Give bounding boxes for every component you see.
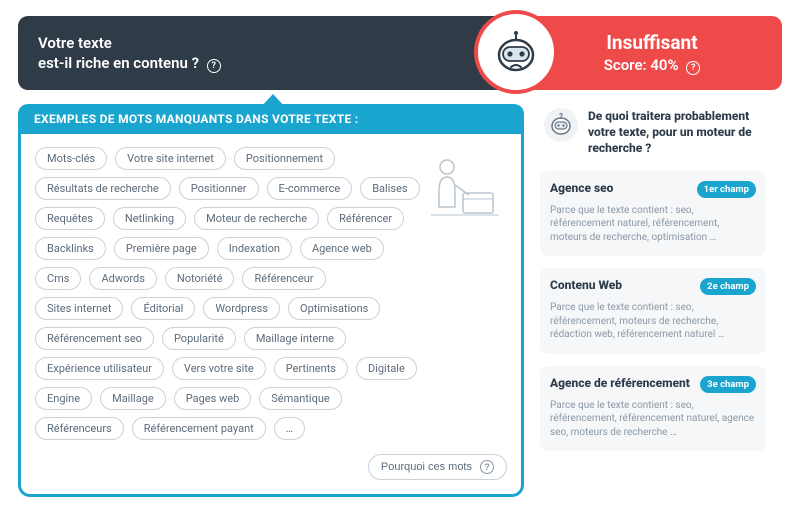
- missing-word-tag[interactable]: Première page: [114, 237, 209, 260]
- missing-word-tag[interactable]: Maillage interne: [244, 327, 346, 350]
- semantic-field-card: Agence seo 1er champ Parce que le texte co…: [540, 171, 766, 257]
- field-rank-badge: 3e champ: [700, 376, 756, 393]
- missing-word-tag[interactable]: Optimisations: [288, 297, 380, 320]
- field-name: Contenu Web: [550, 278, 622, 292]
- missing-word-tag[interactable]: Wordpress: [203, 297, 280, 320]
- field-name: Agence seo: [550, 181, 613, 195]
- why-words-button[interactable]: Pourquoi ces mots ?: [368, 454, 507, 480]
- field-description: Parce que le texte contient : seo, référ…: [550, 204, 756, 245]
- missing-word-tag[interactable]: Référencer: [327, 207, 404, 230]
- missing-words-tags: Mots-clés Votre site internet Positionneme…: [35, 147, 421, 440]
- missing-word-tag[interactable]: Moteur de recherche: [194, 207, 319, 230]
- field-description: Parce que le texte contient : seo, référ…: [550, 301, 756, 342]
- missing-word-tag[interactable]: Requêtes: [35, 207, 105, 230]
- header: Votre texte est-il riche en contenu ? ? …: [18, 16, 782, 90]
- missing-words-panel: EXEMPLES DE MOTS MANQUANTS DANS VOTRE TE…: [18, 104, 524, 497]
- missing-word-tag[interactable]: Éditorial: [131, 297, 195, 320]
- missing-word-tag[interactable]: Positionner: [179, 177, 259, 200]
- missing-word-tag[interactable]: Netlinking: [113, 207, 186, 230]
- missing-word-tag[interactable]: Indexation: [217, 237, 292, 260]
- missing-word-tag[interactable]: Notoriété: [165, 267, 235, 290]
- missing-word-tag[interactable]: Backlinks: [35, 237, 106, 260]
- illustration-person: [421, 147, 507, 223]
- missing-word-tag[interactable]: Adwords: [89, 267, 156, 290]
- missing-word-tag[interactable]: …: [274, 417, 305, 440]
- svg-text:?: ?: [559, 112, 563, 121]
- field-name: Agence de référencement: [550, 376, 690, 390]
- missing-word-tag[interactable]: Expérience utilisateur: [35, 357, 164, 380]
- score-status: Insuffisant: [606, 31, 697, 54]
- missing-word-tag[interactable]: Digitale: [356, 357, 417, 380]
- header-line1: Votre texte: [38, 34, 112, 52]
- help-icon[interactable]: ?: [686, 61, 700, 75]
- field-rank-badge: 2e champ: [700, 278, 756, 295]
- missing-word-tag[interactable]: Cms: [35, 267, 81, 290]
- missing-word-tag[interactable]: Maillage: [100, 387, 166, 410]
- robot-icon: [474, 10, 558, 94]
- header-line2: est-il riche en contenu ?: [38, 54, 199, 72]
- missing-word-tag[interactable]: Sites internet: [35, 297, 123, 320]
- header-score-panel: Insuffisant Score: 40% ?: [522, 16, 782, 90]
- field-rank-badge: 1er champ: [697, 181, 756, 198]
- semantic-field-card: Agence de référencement 3e champ Parce que…: [540, 366, 766, 452]
- missing-word-tag[interactable]: Mots-clés: [35, 147, 107, 170]
- missing-word-tag[interactable]: Pages web: [174, 387, 252, 410]
- score-label: Score: 40%: [604, 56, 679, 74]
- missing-word-tag[interactable]: Votre site internet: [115, 147, 226, 170]
- missing-word-tag[interactable]: Sémantique: [259, 387, 342, 410]
- robot-thinking-icon: ?: [544, 108, 578, 142]
- why-words-label: Pourquoi ces mots: [381, 461, 472, 473]
- missing-words-title: EXEMPLES DE MOTS MANQUANTS DANS VOTRE TE…: [18, 104, 524, 134]
- missing-word-tag[interactable]: Engine: [35, 387, 92, 410]
- missing-word-tag[interactable]: E-commerce: [267, 177, 353, 200]
- missing-word-tag[interactable]: Agence web: [300, 237, 384, 260]
- missing-word-tag[interactable]: Référenceurs: [35, 417, 124, 440]
- missing-word-tag[interactable]: Résultats de recherche: [35, 177, 171, 200]
- missing-word-tag[interactable]: Pertinents: [274, 357, 348, 380]
- missing-word-tag[interactable]: Balises: [360, 177, 419, 200]
- header-question: Votre texte est-il riche en contenu ? ?: [18, 16, 522, 90]
- missing-word-tag[interactable]: Vers votre site: [172, 357, 266, 380]
- help-icon: ?: [480, 460, 494, 474]
- semantic-field-card: Contenu Web 2e champ Parce que le texte co…: [540, 268, 766, 354]
- help-icon[interactable]: ?: [207, 59, 221, 73]
- missing-word-tag[interactable]: Positionnement: [234, 147, 335, 170]
- missing-word-tag[interactable]: Popularité: [162, 327, 236, 350]
- missing-word-tag[interactable]: Référencement payant: [132, 417, 266, 440]
- missing-word-tag[interactable]: Référenceur: [242, 267, 325, 290]
- topic-header: ? De quoi traitera probablement votre te…: [540, 104, 766, 171]
- missing-word-tag[interactable]: Référencement seo: [35, 327, 154, 350]
- topic-title: De quoi traitera probablement votre text…: [588, 108, 762, 157]
- field-description: Parce que le texte contient : seo, référ…: [550, 399, 756, 440]
